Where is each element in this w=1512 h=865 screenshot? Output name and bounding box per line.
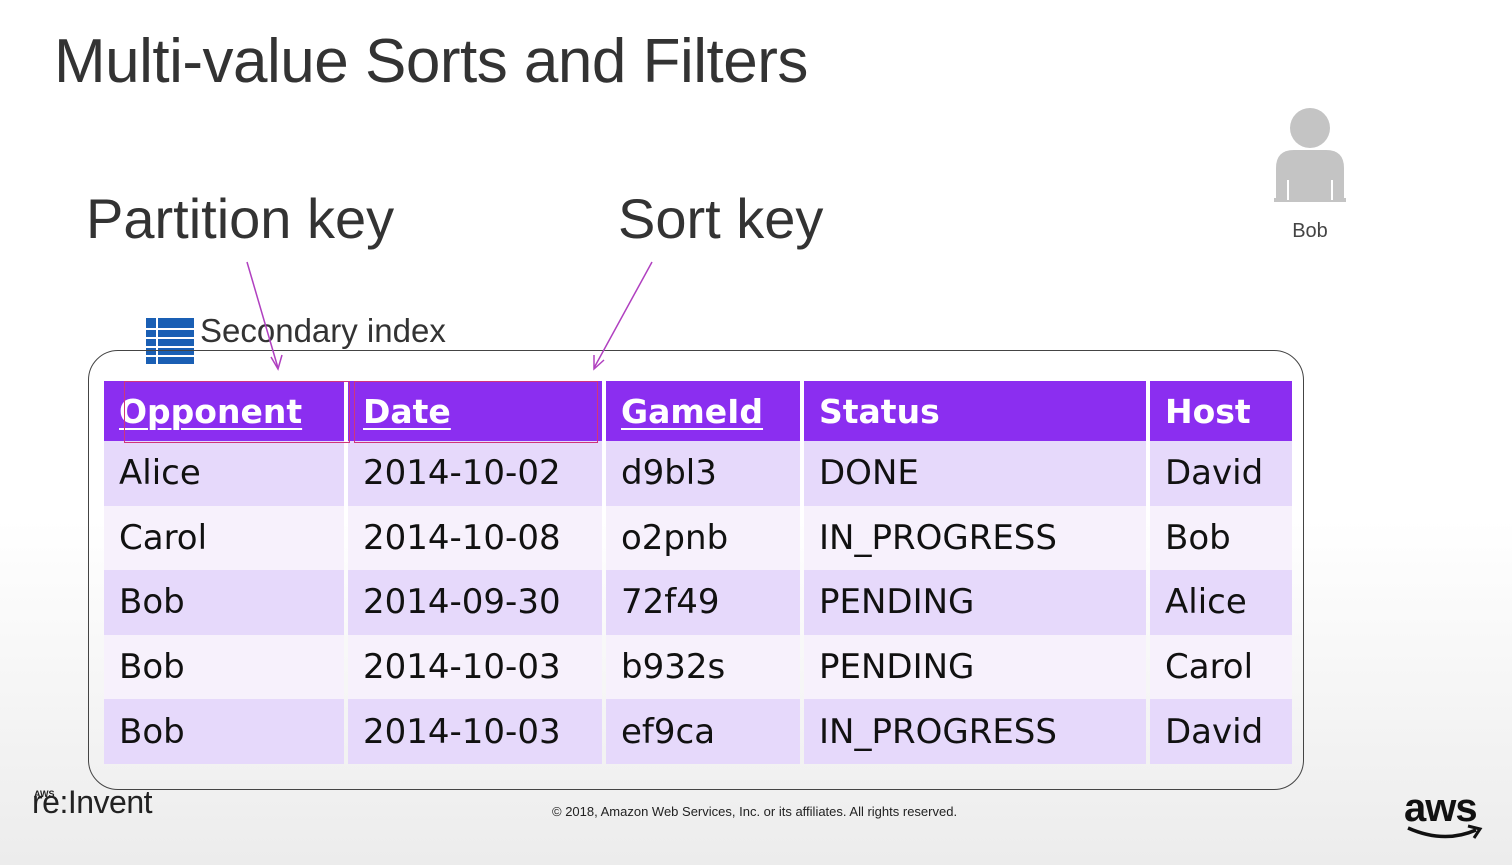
- sort-key-arrow: [593, 261, 653, 369]
- key-arrows: [246, 261, 653, 371]
- aws-logo: aws: [1404, 786, 1483, 839]
- partition-key-arrow: [246, 261, 279, 369]
- aws-smile-icon: [1407, 824, 1483, 839]
- copyright-text: © 2018, Amazon Web Services, Inc. or its…: [552, 804, 958, 819]
